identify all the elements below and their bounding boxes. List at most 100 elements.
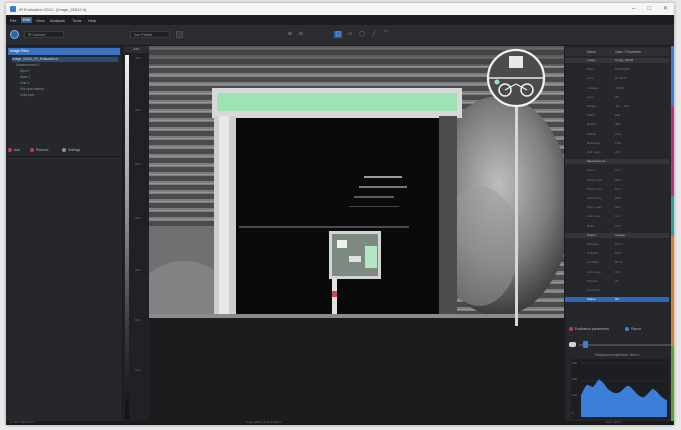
col-value[interactable]: Value / Parameter: [615, 48, 641, 56]
property-name: Line 1 min: [587, 214, 601, 219]
rectangle-tool-icon[interactable]: ▭: [346, 31, 354, 38]
property-row[interactable]: Camera IR-640: [565, 86, 669, 91]
menu-tools[interactable]: Tools: [72, 18, 81, 23]
property-row[interactable]: Object Garage: [565, 232, 669, 238]
threshold-slider-handle[interactable]: [583, 341, 588, 348]
property-row[interactable]: Date 12/03/2024: [565, 67, 669, 72]
file-panel: Image Files image_00042_IR_Evaluation.ir…: [6, 46, 123, 421]
zoom-out-icon[interactable]: ⊖: [297, 31, 305, 38]
scale-mode[interactable]: Auto: [123, 46, 149, 53]
property-row[interactable]: Refl. temp. 20.0: [565, 150, 669, 155]
add-button[interactable]: Add: [8, 147, 20, 153]
property-row[interactable]: Height 480: [565, 122, 669, 127]
remove-button[interactable]: Remove: [30, 147, 49, 153]
property-name: Measurement: [587, 159, 606, 164]
property-row[interactable]: Image image_00042: [565, 58, 669, 63]
accent-teal-strip: [671, 196, 674, 236]
property-name: Image: [587, 58, 596, 62]
property-row[interactable]: Measurement: [565, 159, 669, 165]
tree-item-hotspot[interactable]: Hot spot marker: [20, 87, 44, 92]
select-tool-icon[interactable]: ⬚: [334, 31, 342, 38]
property-row[interactable]: Emissivity 0.95: [565, 141, 669, 146]
camera-logo-icon[interactable]: [10, 30, 19, 39]
tree-item-area[interactable]: Area 1: [20, 75, 30, 80]
col-name[interactable]: Name: [587, 48, 596, 56]
property-row[interactable]: Area 1 max 36.8: [565, 178, 669, 183]
zoom-in-icon[interactable]: ⊕: [286, 31, 294, 38]
curve-tool-icon[interactable]: ⌒: [382, 31, 390, 38]
line-tool-icon[interactable]: ╱: [370, 31, 378, 38]
report-label: Report: [631, 327, 642, 331]
camera-select[interactable]: IR Camera: [24, 31, 64, 38]
property-value: 640: [615, 113, 621, 118]
tree-item-measurement[interactable]: Measurement 1: [16, 63, 40, 68]
evaluation-label: Evaluation parameters: [575, 327, 609, 331]
property-row[interactable]: Width 640: [565, 113, 669, 118]
property-row[interactable]: Window off: [565, 279, 669, 284]
evaluation-button[interactable]: Evaluation parameters: [569, 326, 609, 332]
property-row[interactable]: Delta 21.5: [565, 224, 669, 229]
property-row[interactable]: Atm. temp. 19.0: [565, 270, 669, 275]
menu-edit[interactable]: Edit: [21, 17, 32, 23]
slider-toggle[interactable]: [569, 342, 576, 347]
menu-analysis[interactable]: Analysis: [50, 18, 65, 23]
property-value: 25°: [615, 94, 620, 99]
thermal-image[interactable]: [149, 46, 564, 421]
property-name: Width: [587, 113, 595, 118]
settings-button[interactable]: Settings: [62, 147, 80, 153]
property-name: Area 1 min: [587, 186, 602, 191]
property-row[interactable]: Lens 25°: [565, 95, 669, 100]
menu-file[interactable]: File: [10, 18, 16, 23]
property-row[interactable]: Palette Grey: [565, 132, 669, 137]
title-bar: IR Evaluation 2024 - [image_00042.ir] – …: [6, 3, 674, 15]
menu-view[interactable]: View: [36, 18, 45, 23]
minimize-button[interactable]: –: [632, 6, 635, 12]
property-row[interactable]: Area 1 min 12.1: [565, 187, 669, 192]
property-name: Lens: [587, 94, 594, 99]
property-value: Garage: [615, 232, 626, 237]
accent-blue-strip: [671, 46, 674, 106]
close-button[interactable]: ✕: [663, 6, 668, 12]
palette-button[interactable]: [176, 31, 183, 38]
tree-item-coldspot[interactable]: Cold spot: [20, 93, 34, 98]
property-name: Palette: [587, 131, 597, 136]
threshold-slider-track[interactable]: [579, 344, 671, 346]
tree-item-file[interactable]: image_00042_IR_Evaluation.ir: [12, 57, 118, 62]
menu-help[interactable]: Help: [88, 18, 96, 23]
property-row[interactable]: Ambient 19.0: [565, 251, 669, 256]
property-row[interactable]: Line 1 min 11.7: [565, 214, 669, 219]
property-value: Grey: [615, 131, 622, 136]
property-value: 5.0 m: [615, 242, 623, 246]
property-row[interactable]: Humidity 50 %: [565, 260, 669, 265]
ellipse-tool-icon[interactable]: ◯: [358, 31, 366, 38]
app-icon: [10, 6, 16, 12]
property-row[interactable]: Status OK: [565, 297, 669, 303]
property-row[interactable]: Time 10:42:17: [565, 76, 669, 81]
maximize-button[interactable]: □: [647, 6, 651, 12]
histogram-chart: 300 200 100 0: [571, 359, 669, 419]
property-value: 12/03/2024: [615, 67, 631, 72]
property-name: Window: [587, 278, 598, 283]
property-value: -20 ... 120: [615, 104, 629, 108]
palette-select[interactable]: Iron Palette: [130, 31, 170, 38]
property-name: Humidity: [587, 260, 599, 265]
file-panel-buttons: Add Remove Settings: [8, 146, 120, 154]
property-row[interactable]: Range -20 ... 120: [565, 104, 669, 109]
tree-item-line[interactable]: Line 1: [20, 81, 29, 86]
property-row[interactable]: Area 1 avg 18.9: [565, 196, 669, 201]
scale-tick: 30.0: [135, 162, 141, 166]
property-value: IR-640: [615, 85, 625, 90]
report-button[interactable]: Report: [625, 326, 641, 332]
property-row[interactable]: Spot 1 21.4: [565, 168, 669, 173]
property-row[interactable]: Distance 5.0 m: [565, 242, 669, 247]
tree-item-spot[interactable]: Spot 1: [20, 69, 30, 74]
property-name: Distance: [587, 242, 599, 246]
property-value: 0.95: [615, 140, 621, 145]
application-window: IR Evaluation 2024 - [image_00042.ir] – …: [6, 3, 674, 425]
property-row[interactable]: Line 1 max 33.2: [565, 205, 669, 210]
thermal-image-view[interactable]: [149, 46, 564, 421]
scale-gradient[interactable]: [125, 55, 129, 419]
window-title: IR Evaluation 2024 - [image_00042.ir]: [19, 7, 87, 12]
property-row[interactable]: Comment: [565, 288, 669, 293]
property-value: 21.4: [615, 168, 621, 173]
